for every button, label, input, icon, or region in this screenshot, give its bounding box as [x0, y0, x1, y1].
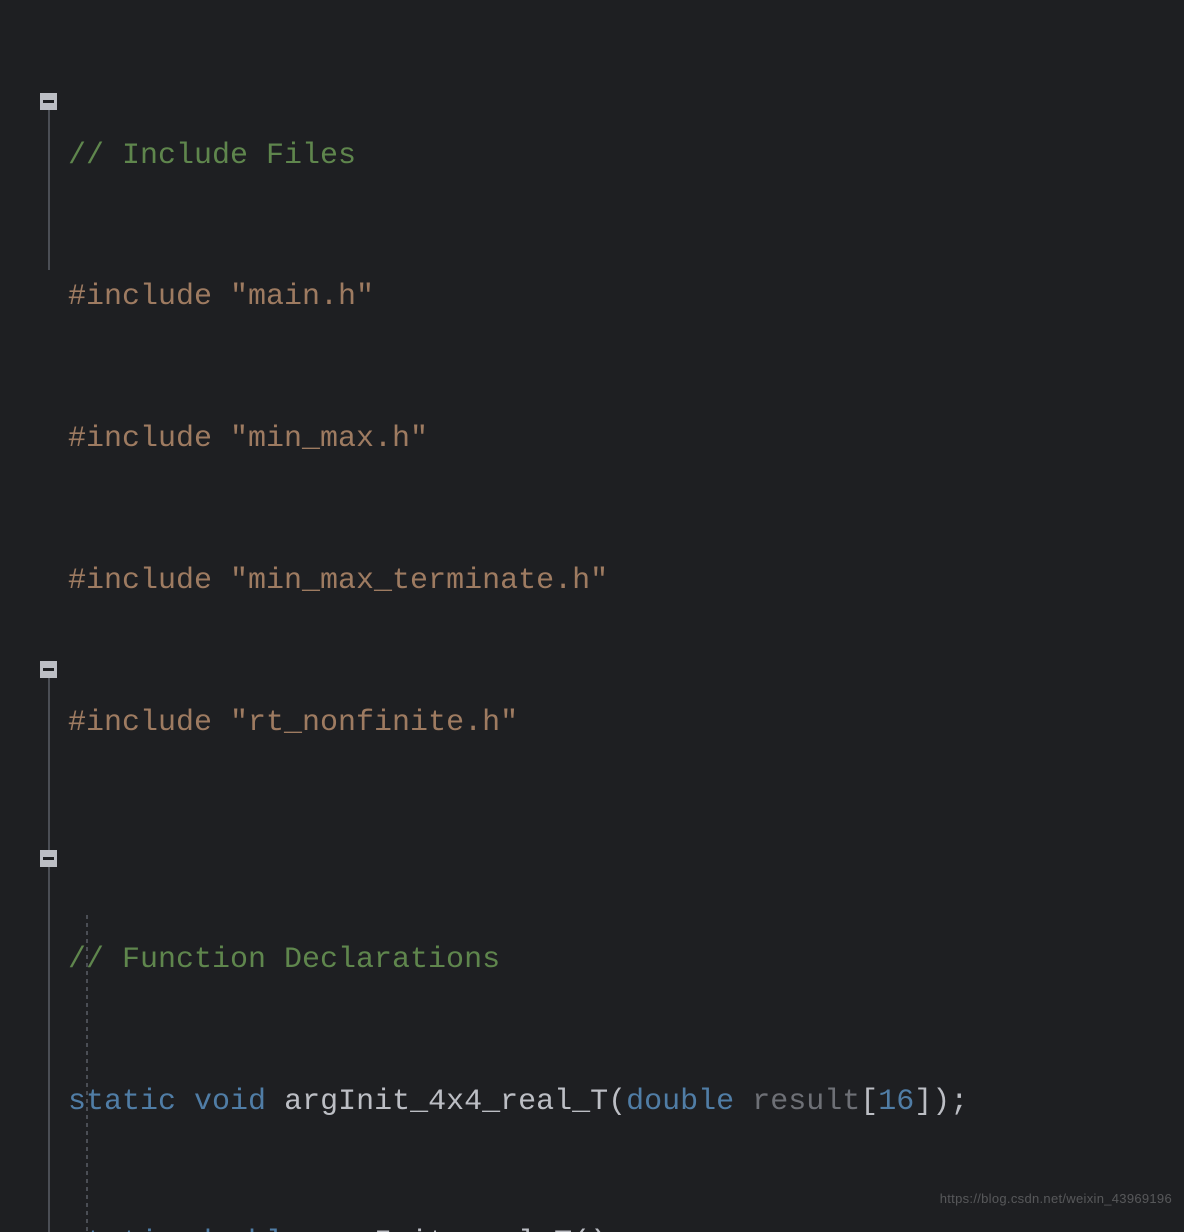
preprocessor: #include: [68, 280, 230, 314]
fold-toggle-icon[interactable]: [40, 93, 57, 110]
fold-toggle-icon[interactable]: [40, 850, 57, 867]
gutter: [0, 0, 68, 1232]
number: 16: [878, 1085, 914, 1119]
keyword: static: [68, 1226, 176, 1232]
keyword: double: [626, 1085, 734, 1119]
string: "min_max_terminate.h": [230, 564, 608, 598]
code-area[interactable]: // Include Files #include "main.h" #incl…: [68, 38, 986, 1232]
fold-toggle-icon[interactable]: [40, 661, 57, 678]
fold-guide-line: [48, 867, 50, 1232]
comment: // Include Files: [68, 139, 356, 173]
fold-guide-line: [48, 678, 50, 853]
string: "main.h": [230, 280, 374, 314]
string: "min_max.h": [230, 422, 428, 456]
keyword: static: [68, 1085, 176, 1119]
keyword: double: [194, 1226, 302, 1232]
parameter: result: [752, 1085, 860, 1119]
fold-guide-line: [48, 110, 50, 270]
preprocessor: #include: [68, 422, 230, 456]
preprocessor: #include: [68, 564, 230, 598]
code-editor: // Include Files #include "main.h" #incl…: [0, 0, 1184, 1232]
function-name: argInit_real_T: [320, 1226, 572, 1232]
function-name: argInit_4x4_real_T: [284, 1085, 608, 1119]
string: "rt_nonfinite.h": [230, 706, 518, 740]
comment: // Function Declarations: [68, 943, 500, 977]
preprocessor: #include: [68, 706, 230, 740]
watermark: https://blog.csdn.net/weixin_43969196: [940, 1175, 1172, 1222]
keyword: void: [194, 1085, 266, 1119]
